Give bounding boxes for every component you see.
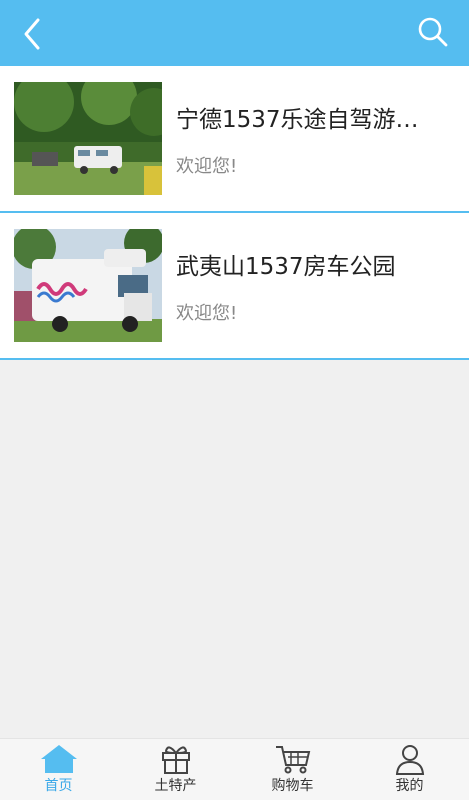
- tab-home[interactable]: 首页: [0, 739, 117, 800]
- tab-local-specialties[interactable]: 土特产: [117, 739, 234, 800]
- search-button[interactable]: [413, 12, 453, 52]
- back-button[interactable]: [14, 14, 54, 54]
- gift-icon: [161, 746, 190, 774]
- thumbnail-image: [14, 229, 162, 342]
- item-subtitle: 欢迎您!: [176, 156, 238, 177]
- item-title: 武夷山1537房车公园: [176, 254, 396, 280]
- tab-profile[interactable]: 我的: [351, 739, 468, 800]
- cart-icon: [275, 746, 310, 774]
- tab-cart[interactable]: 购物车: [234, 739, 351, 800]
- tab-label: 购物车: [271, 778, 314, 794]
- home-icon: [40, 745, 77, 773]
- thumbnail-image: [14, 82, 162, 195]
- search-icon: [418, 17, 448, 47]
- item-subtitle: 欢迎您!: [176, 303, 238, 324]
- list-item[interactable]: 武夷山1537房车公园 欢迎您!: [0, 213, 469, 360]
- item-title: 宁德1537乐途自驾游…: [176, 107, 419, 133]
- top-bar: [0, 0, 469, 66]
- tab-label: 首页: [44, 778, 73, 794]
- bottom-tab-bar: 首页 土特产 购物车 我的: [0, 738, 469, 800]
- camp-list: 宁德1537乐途自驾游… 欢迎您! 武夷山1537房车公园 欢迎您!: [0, 66, 469, 360]
- user-icon: [395, 745, 424, 775]
- tab-label: 土特产: [154, 778, 197, 794]
- chevron-left-icon: [24, 18, 40, 50]
- tab-label: 我的: [395, 778, 424, 794]
- list-item[interactable]: 宁德1537乐途自驾游… 欢迎您!: [0, 66, 469, 213]
